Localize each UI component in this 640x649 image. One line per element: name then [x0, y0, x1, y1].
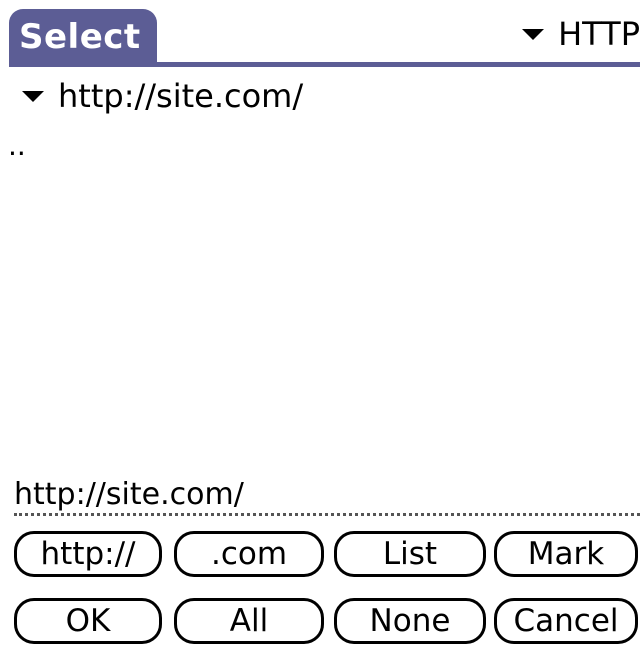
- file-list[interactable]: ..: [0, 126, 640, 466]
- window-title: Select: [9, 9, 157, 66]
- ok-button[interactable]: OK: [14, 598, 162, 644]
- list-item-parent-directory[interactable]: ..: [8, 126, 26, 166]
- path-dropdown[interactable]: http://site.com/: [22, 74, 303, 118]
- cancel-button[interactable]: Cancel: [494, 598, 638, 644]
- dropdown-triangle-icon: [522, 28, 545, 40]
- list-button[interactable]: List: [334, 531, 486, 577]
- mark-button[interactable]: Mark: [494, 531, 638, 577]
- title-bar-divider: [9, 62, 640, 67]
- button-row-bottom: OK All None Cancel: [0, 598, 640, 644]
- select-all-button[interactable]: All: [174, 598, 324, 644]
- protocol-dropdown[interactable]: HTTP: [522, 12, 640, 56]
- url-input[interactable]: [14, 476, 640, 516]
- dropdown-triangle-icon: [22, 90, 44, 102]
- protocol-dropdown-label: HTTP: [558, 15, 640, 53]
- select-none-button[interactable]: None: [334, 598, 486, 644]
- path-dropdown-label: http://site.com/: [58, 77, 304, 115]
- com-suffix-button[interactable]: .com: [174, 531, 324, 577]
- http-prefix-button[interactable]: http://: [14, 531, 162, 577]
- button-row-top: http:// .com List Mark: [0, 531, 640, 577]
